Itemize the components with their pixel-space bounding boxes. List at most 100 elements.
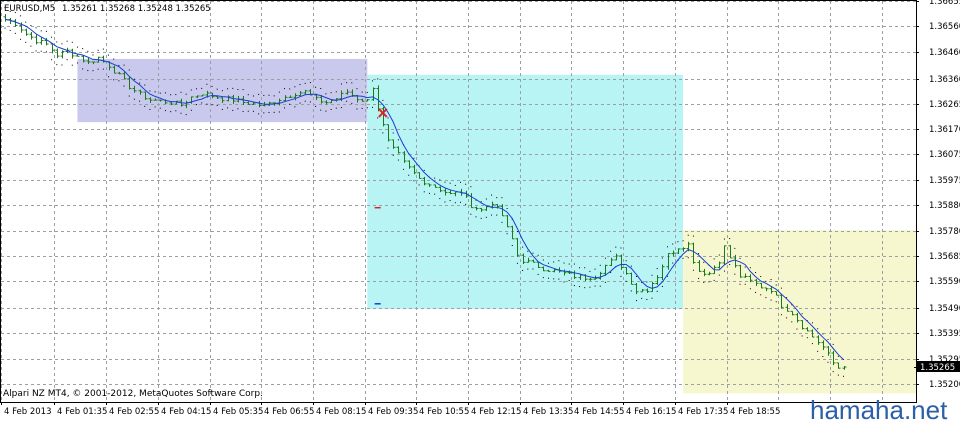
envelope-dot-upper xyxy=(372,80,374,82)
envelope-dot-upper xyxy=(698,253,700,255)
envelope-dot-lower xyxy=(211,104,213,106)
envelope-dot-lower xyxy=(76,62,78,64)
envelope-dot-lower xyxy=(713,279,715,281)
envelope-dot-upper xyxy=(185,93,187,95)
envelope-dot-lower xyxy=(651,297,653,299)
envelope-dot-upper xyxy=(547,262,549,264)
envelope-dot-lower xyxy=(516,262,518,264)
chart-window[interactable]: 1.36655 1.36560 1.36460 1.36360 1.36265 1.361… xyxy=(0,0,960,424)
envelope-dot-upper xyxy=(672,243,674,245)
envelope-dot-upper xyxy=(242,89,244,91)
envelope-dot-lower xyxy=(501,221,503,223)
envelope-dot-upper xyxy=(247,94,249,96)
envelope-dot-lower xyxy=(206,103,208,105)
envelope-dot-lower xyxy=(610,272,612,274)
envelope-dot-upper xyxy=(610,250,612,252)
envelope-dot-upper xyxy=(646,281,648,283)
envelope-dot-upper xyxy=(542,259,544,261)
envelope-dot-lower xyxy=(729,263,731,265)
envelope-dot-upper xyxy=(651,274,653,276)
envelope-dot-upper xyxy=(568,263,570,265)
envelope-dot-upper xyxy=(315,86,317,88)
envelope-dot-lower xyxy=(630,290,632,292)
envelope-dot-upper xyxy=(444,181,446,183)
envelope-dot-lower xyxy=(361,107,363,109)
envelope-dot-lower xyxy=(263,112,265,114)
x-tick-label: 4 Feb 10:55 xyxy=(419,407,469,417)
envelope-dot-lower xyxy=(340,107,342,109)
envelope-dot-upper xyxy=(703,261,705,263)
envelope-dot-lower xyxy=(216,104,218,106)
envelope-dot-upper xyxy=(237,89,239,91)
envelope-dot-lower xyxy=(268,111,270,113)
envelope-dot-upper xyxy=(749,267,751,269)
envelope-dot-upper xyxy=(346,82,348,84)
envelope-dot-upper xyxy=(201,87,203,89)
current-price-label: 1.35265 xyxy=(920,363,955,373)
envelope-dot-upper xyxy=(175,94,177,96)
envelope-dot-lower xyxy=(625,280,627,282)
envelope-dot-lower xyxy=(449,200,451,202)
envelope-dot-lower xyxy=(408,174,410,176)
envelope-dot-lower xyxy=(387,147,389,149)
envelope-dot-upper xyxy=(734,247,736,249)
envelope-dot-lower xyxy=(356,108,358,110)
envelope-dot-upper xyxy=(439,179,441,181)
envelope-dot-upper xyxy=(304,82,306,84)
envelope-dot-upper xyxy=(149,90,151,92)
x-tick-label: 4 Feb 17:35 xyxy=(678,407,728,417)
envelope-dot-lower xyxy=(698,277,700,279)
envelope-dot-lower xyxy=(439,198,441,200)
envelope-dot-upper xyxy=(20,15,22,17)
envelope-dot-lower xyxy=(817,350,819,352)
zone-continuation xyxy=(683,230,916,394)
envelope-dot-lower xyxy=(320,109,322,111)
envelope-dot-lower xyxy=(672,262,674,264)
y-tick-label: 1.36655 xyxy=(929,0,960,7)
envelope-dot-upper xyxy=(30,24,32,26)
envelope-dot-upper xyxy=(485,198,487,200)
envelope-dot-upper xyxy=(263,94,265,96)
envelope-dot-upper xyxy=(713,258,715,260)
envelope-dot-lower xyxy=(325,110,327,112)
envelope-dot-upper xyxy=(278,91,280,93)
envelope-dot-upper xyxy=(496,197,498,199)
envelope-dot-upper xyxy=(827,339,829,341)
envelope-dot-lower xyxy=(258,113,260,115)
envelope-dot-upper xyxy=(760,276,762,278)
envelope-dot-lower xyxy=(294,106,296,108)
envelope-dot-lower xyxy=(470,213,472,215)
envelope-dot-upper xyxy=(335,91,337,93)
envelope-dot-upper xyxy=(289,88,291,90)
envelope-dot-upper xyxy=(61,43,63,45)
envelope-dot-upper xyxy=(35,27,37,29)
envelope-dot-lower xyxy=(139,100,141,102)
envelope-dot-lower xyxy=(144,105,146,107)
envelope-dot-lower xyxy=(149,108,151,110)
envelope-dot-lower xyxy=(377,117,379,119)
envelope-dot-lower xyxy=(9,29,11,31)
envelope-dot-lower xyxy=(641,297,643,299)
envelope-dot-lower xyxy=(558,278,560,280)
envelope-dot-lower xyxy=(113,79,115,81)
envelope-dot-upper xyxy=(377,78,379,80)
envelope-dot-lower xyxy=(491,214,493,216)
envelope-dot-lower xyxy=(45,51,47,53)
envelope-dot-upper xyxy=(351,82,353,84)
envelope-dot-lower xyxy=(573,285,575,287)
envelope-dot-upper xyxy=(252,95,254,97)
envelope-dot-upper xyxy=(558,260,560,262)
envelope-dot-lower xyxy=(791,321,793,323)
envelope-dot-upper xyxy=(682,240,684,242)
envelope-dot-upper xyxy=(273,95,275,97)
chart-canvas[interactable]: 1.36655 1.36560 1.36460 1.36360 1.36265 1.361… xyxy=(0,0,960,424)
envelope-dot-lower xyxy=(584,287,586,289)
envelope-dot-upper xyxy=(51,36,53,38)
x-tick-label: 4 Feb 14:55 xyxy=(574,407,624,417)
envelope-dot-upper xyxy=(460,181,461,183)
envelope-dot-lower xyxy=(175,110,177,112)
envelope-dot-lower xyxy=(537,273,539,275)
y-tick-label: 1.36560 xyxy=(929,22,960,32)
envelope-dot-upper xyxy=(589,270,591,272)
envelope-dot-lower xyxy=(620,275,622,277)
